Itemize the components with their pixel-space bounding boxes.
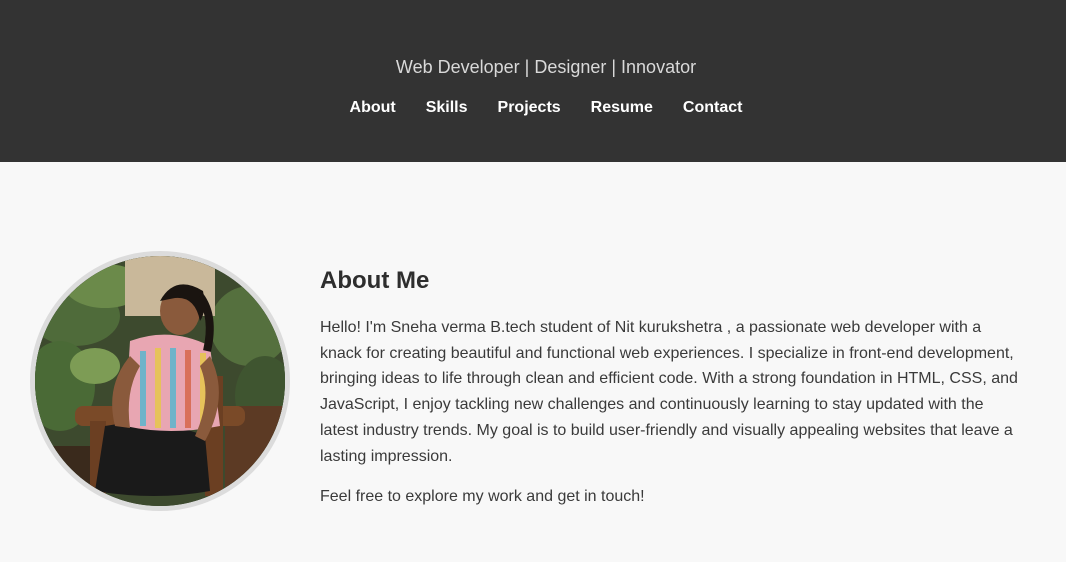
site-header: Web Developer | Designer | Innovator Abo… bbox=[0, 0, 1066, 162]
nav-link-contact[interactable]: Contact bbox=[683, 97, 743, 119]
about-paragraph: Hello! I'm Sneha verma B.tech student of… bbox=[320, 319, 1018, 465]
tagline: Web Developer | Designer | Innovator bbox=[395, 57, 697, 77]
profile-photo-illustration bbox=[35, 256, 285, 506]
about-title: About Me bbox=[320, 267, 430, 294]
about-section: About Me Hello! I'm Sneha verma B.tech s… bbox=[0, 162, 1066, 562]
profile-photo bbox=[30, 251, 290, 511]
about-cta-text: Feel free to explore my work and get in … bbox=[320, 488, 645, 505]
nav-link-skills[interactable]: Skills bbox=[426, 97, 468, 119]
main-nav: About Skills Projects Resume Contact bbox=[0, 97, 1066, 119]
nav-link-about[interactable]: About bbox=[350, 97, 396, 119]
nav-link-resume[interactable]: Resume bbox=[591, 97, 653, 119]
nav-link-projects[interactable]: Projects bbox=[498, 97, 561, 119]
